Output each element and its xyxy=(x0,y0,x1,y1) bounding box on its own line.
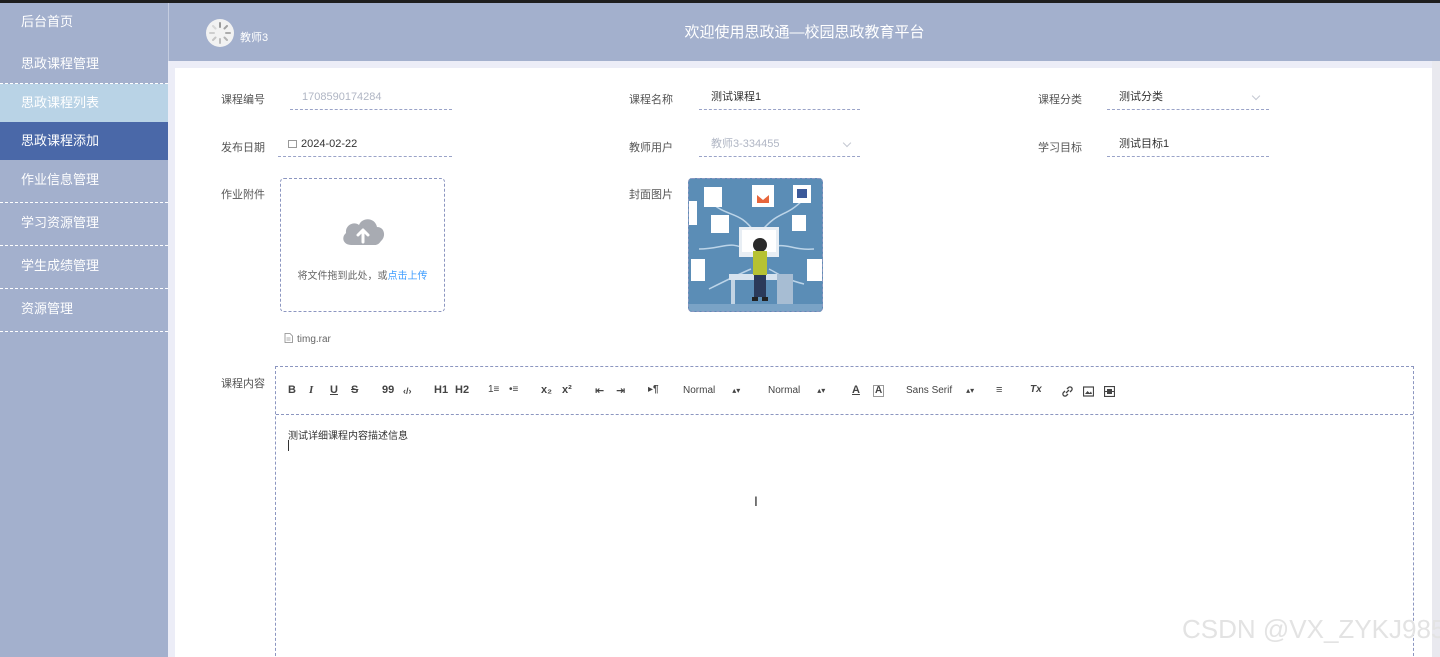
course-name-label: 课程名称 xyxy=(629,94,673,106)
ordered-list-button[interactable]: 1≡ xyxy=(488,384,499,395)
goal-label: 学习目标 xyxy=(1038,142,1082,154)
image-icon[interactable] xyxy=(1083,386,1094,397)
underline-button[interactable]: U xyxy=(330,384,338,396)
select-arrows-icon: ▴▾ xyxy=(966,386,975,395)
sidebar: 后台首页 思政课程管理 思政课程列表 思政课程添加 作业信息管理 学习资源管理 … xyxy=(0,3,168,657)
sidebar-item-homework-management[interactable]: 作业信息管理 xyxy=(0,160,168,203)
subscript-button[interactable]: x₂ xyxy=(541,384,552,396)
page-title: 欢迎使用思政通—校园思政教育平台 xyxy=(684,24,925,41)
course-no-label: 课程编号 xyxy=(221,94,265,106)
category-select[interactable]: 测试分类 xyxy=(1107,84,1269,110)
category-value: 测试分类 xyxy=(1119,91,1163,103)
sidebar-item-score-management[interactable]: 学生成绩管理 xyxy=(0,246,168,289)
header-select[interactable]: Normal ▴▾ xyxy=(768,385,825,396)
uploaded-file-item[interactable]: timg.rar xyxy=(284,333,331,345)
upload-hint: 将文件拖到此处，或点击上传 xyxy=(281,267,444,282)
scrollbar[interactable] xyxy=(1432,61,1440,657)
publish-date-value: 2024-02-22 xyxy=(301,138,358,150)
font-select-value: Sans Serif xyxy=(906,385,953,396)
italic-button[interactable]: I xyxy=(309,384,313,396)
calendar-icon xyxy=(288,140,297,148)
code-button[interactable]: ‹/› xyxy=(403,386,412,396)
header1-button[interactable]: H1 xyxy=(434,384,448,396)
mouse-cursor-icon: I xyxy=(754,493,758,509)
strike-button[interactable]: S xyxy=(351,384,358,396)
sidebar-item-resource-study-management[interactable]: 学习资源管理 xyxy=(0,203,168,246)
cover-label: 封面图片 xyxy=(629,189,673,201)
chevron-down-icon xyxy=(842,138,852,148)
bullet-list-button[interactable]: •≡ xyxy=(509,384,518,395)
category-label: 课程分类 xyxy=(1038,94,1082,106)
file-upload-dropzone[interactable]: 将文件拖到此处，或点击上传 xyxy=(280,178,445,312)
background-color-button[interactable]: A xyxy=(873,385,885,397)
cloud-upload-icon xyxy=(343,219,385,245)
chevron-down-icon xyxy=(1251,91,1261,101)
superscript-button[interactable]: x² xyxy=(562,384,572,396)
blockquote-button[interactable]: 99 xyxy=(382,384,394,396)
publish-date-label: 发布日期 xyxy=(221,142,265,154)
attachment-label: 作业附件 xyxy=(221,189,265,201)
uploaded-file-name: timg.rar xyxy=(297,334,331,345)
font-select[interactable]: Sans Serif ▴▾ xyxy=(906,385,974,396)
teacher-value: 教师3-334455 xyxy=(711,138,780,150)
align-select[interactable]: ≡ xyxy=(996,384,1002,396)
publish-date-picker[interactable]: 2024-02-22 xyxy=(278,131,452,157)
header-select-value: Normal xyxy=(768,385,801,396)
header: 教师3 欢迎使用思政通—校园思政教育平台 xyxy=(168,3,1440,61)
goal-field[interactable]: 测试目标1 xyxy=(1107,131,1269,157)
select-arrows-icon: ▴▾ xyxy=(732,386,741,395)
header2-button[interactable]: H2 xyxy=(455,384,469,396)
document-icon xyxy=(284,333,293,343)
indent-button[interactable]: ⇥ xyxy=(616,384,625,397)
sidebar-item-course-list[interactable]: 思政课程列表 xyxy=(0,84,168,122)
video-icon[interactable] xyxy=(1104,386,1115,397)
text-direction-button[interactable]: ▸¶ xyxy=(648,384,659,395)
bold-button[interactable]: B xyxy=(288,384,296,396)
course-no-field[interactable]: 1708590174284 xyxy=(290,84,452,110)
editor-content[interactable]: 测试详细课程内容描述信息 xyxy=(288,427,408,442)
cover-image-upload[interactable] xyxy=(688,178,823,312)
clean-format-button[interactable]: Tx xyxy=(1030,384,1042,395)
watermark: CSDN @VX_ZYKJ985 xyxy=(1182,614,1440,644)
upload-hint-text: 将文件拖到此处，或 xyxy=(297,271,388,282)
sidebar-item-course-management[interactable]: 思政课程管理 xyxy=(0,41,168,84)
select-arrows-icon: ▴▾ xyxy=(817,386,826,395)
course-name-field[interactable]: 测试课程1 xyxy=(699,84,860,110)
text-color-button[interactable]: A xyxy=(852,384,860,396)
editor-toolbar: B I U S 99 ‹/› H1 H2 1≡ •≡ x₂ x² ⇤ ⇥ ▸¶ … xyxy=(276,367,1413,415)
sidebar-item-home[interactable]: 后台首页 xyxy=(0,3,168,41)
content-label: 课程内容 xyxy=(221,378,265,390)
outdent-button[interactable]: ⇤ xyxy=(595,384,604,397)
cover-image xyxy=(689,179,822,311)
teacher-label: 教师用户 xyxy=(629,142,673,154)
size-select[interactable]: Normal ▴▾ xyxy=(683,385,740,396)
sidebar-item-course-add[interactable]: 思政课程添加 xyxy=(0,122,168,160)
link-icon[interactable] xyxy=(1062,386,1073,397)
teacher-select[interactable]: 教师3-334455 xyxy=(699,131,860,157)
text-caret xyxy=(288,440,289,451)
size-select-value: Normal xyxy=(683,385,716,396)
sidebar-item-resource-management[interactable]: 资源管理 xyxy=(0,289,168,332)
upload-link[interactable]: 点击上传 xyxy=(388,271,428,282)
